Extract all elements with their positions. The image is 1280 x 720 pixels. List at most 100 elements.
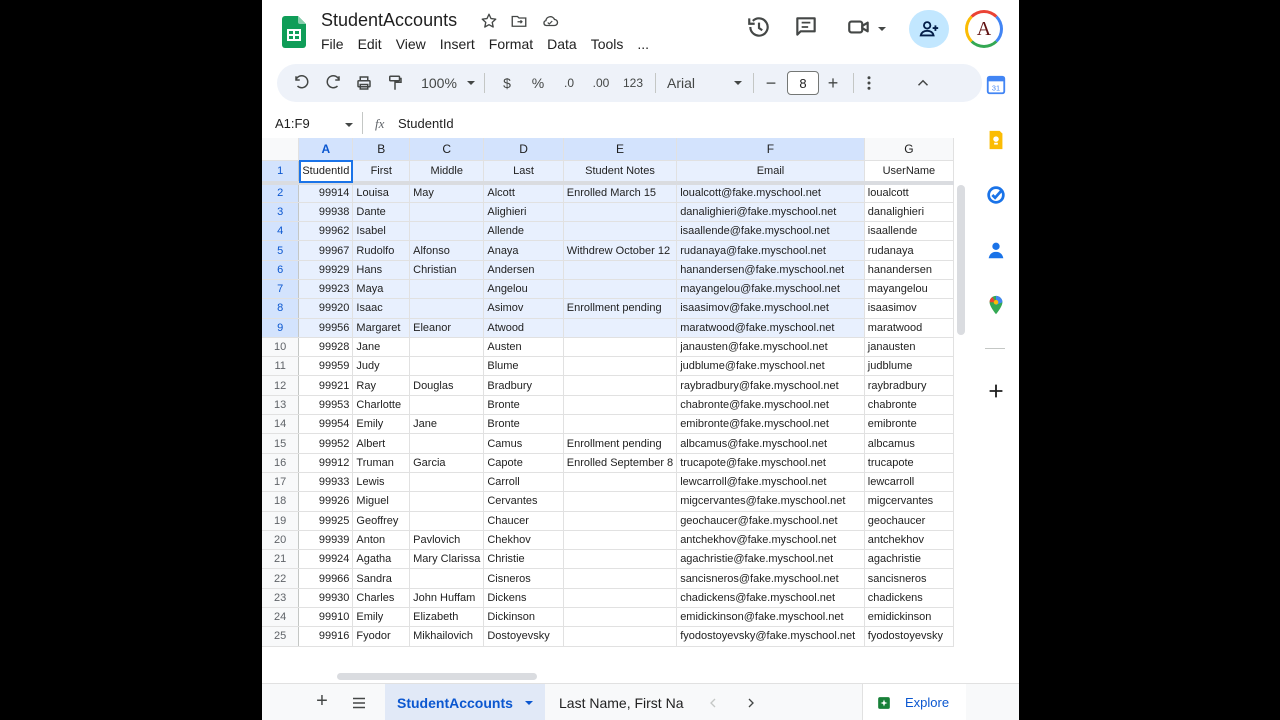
sheet-tab-last-name[interactable]: Last Name, First Na [559, 684, 694, 720]
formula-input[interactable]: StudentId [398, 116, 454, 131]
cell[interactable] [563, 202, 678, 223]
row-header[interactable]: 22 [262, 568, 300, 589]
cells-table[interactable]: A B C D E F G 1 StudentId First Middle L… [262, 138, 954, 647]
decrease-font-size-button[interactable]: − [761, 64, 781, 102]
row-header[interactable]: 19 [262, 511, 300, 531]
font-chevron-icon[interactable] [732, 78, 744, 88]
cell[interactable] [563, 588, 678, 609]
cell[interactable]: Carroll [483, 472, 564, 493]
cell[interactable]: lewcarroll [864, 472, 954, 493]
menu-tools[interactable]: Tools [591, 36, 632, 52]
menu-more[interactable]: ... [637, 36, 657, 52]
more-formats-button[interactable]: 123 [620, 64, 646, 102]
cell[interactable] [409, 337, 485, 358]
cell[interactable]: rudanaya [864, 240, 954, 261]
share-button[interactable] [909, 10, 949, 48]
scroll-sheets-left-icon[interactable] [705, 695, 721, 711]
cell[interactable]: trucapote [864, 453, 954, 473]
cell[interactable]: emidickinson@fake.myschool.net [676, 607, 865, 628]
cell[interactable]: 99967 [298, 240, 354, 261]
cloud-status-icon[interactable] [541, 12, 559, 30]
cell[interactable]: Alcott [483, 183, 564, 203]
cell[interactable] [563, 626, 678, 647]
row-header[interactable]: 2 [262, 183, 300, 203]
header-cell[interactable]: Last [483, 160, 564, 185]
calendar-icon[interactable]: 31 [985, 74, 1007, 96]
cell[interactable]: agachristie [864, 549, 954, 570]
zoom-chevron-icon[interactable] [465, 78, 477, 88]
collapse-menus-button[interactable] [913, 64, 933, 102]
cell[interactable]: albcamus@fake.myschool.net [676, 433, 865, 454]
cell[interactable]: Ray [352, 375, 411, 396]
cell[interactable]: mayangelou [864, 279, 954, 300]
name-box-chevron-icon[interactable] [343, 120, 355, 130]
cell[interactable]: Bronte [483, 395, 564, 416]
cell[interactable]: Camus [483, 433, 564, 454]
cell[interactable]: janausten@fake.myschool.net [676, 337, 865, 358]
cell[interactable]: hanandersen@fake.myschool.net [676, 260, 865, 280]
cell[interactable]: danalighieri [864, 202, 954, 223]
cell[interactable]: 99910 [298, 607, 354, 628]
cell[interactable]: mayangelou@fake.myschool.net [676, 279, 865, 300]
row-header[interactable]: 13 [262, 395, 300, 416]
cell[interactable]: albcamus [864, 433, 954, 454]
percent-button[interactable]: % [528, 64, 548, 102]
zoom-select[interactable]: 100% [417, 64, 461, 102]
cell[interactable] [563, 260, 678, 280]
cell[interactable] [563, 530, 678, 551]
row-header[interactable]: 9 [262, 318, 300, 338]
cell[interactable]: Mikhailovich [409, 626, 485, 647]
cell[interactable]: May [409, 183, 485, 203]
cell[interactable]: 99926 [298, 491, 354, 512]
cell[interactable]: Enrollment pending [563, 433, 678, 454]
cell[interactable]: antchekhov@fake.myschool.net [676, 530, 865, 551]
cell[interactable]: Austen [483, 337, 564, 358]
cell[interactable]: emibronte [864, 414, 954, 435]
row-header[interactable]: 25 [262, 626, 300, 647]
document-title[interactable]: StudentAccounts [321, 10, 457, 31]
cell[interactable]: isaasimov [864, 298, 954, 319]
column-header-d[interactable]: D [483, 138, 564, 161]
cell[interactable] [409, 491, 485, 512]
cell[interactable]: antchekhov [864, 530, 954, 551]
cell[interactable] [409, 395, 485, 416]
cell[interactable]: Hans [352, 260, 411, 280]
cell[interactable]: chadickens [864, 588, 954, 609]
currency-button[interactable]: $ [497, 64, 517, 102]
cell[interactable]: raybradbury@fake.myschool.net [676, 375, 865, 396]
cell[interactable]: 99953 [298, 395, 354, 416]
cell[interactable] [563, 337, 678, 358]
cell[interactable]: Capote [483, 453, 564, 473]
add-sheet-button[interactable]: + [312, 690, 332, 714]
cell[interactable]: 99939 [298, 530, 354, 551]
cell[interactable] [409, 568, 485, 589]
cell[interactable]: Alighieri [483, 202, 564, 223]
cell[interactable]: Chaucer [483, 511, 564, 531]
cell[interactable]: Elizabeth [409, 607, 485, 628]
cell[interactable]: lewcarroll@fake.myschool.net [676, 472, 865, 493]
print-button[interactable] [351, 64, 377, 102]
meet-video-icon[interactable] [846, 14, 872, 40]
cell[interactable]: loualcott@fake.myschool.net [676, 183, 865, 203]
cell[interactable]: Charlotte [352, 395, 411, 416]
cell[interactable]: 99912 [298, 453, 354, 473]
header-cell[interactable]: StudentId [298, 160, 354, 185]
menu-file[interactable]: File [321, 36, 352, 52]
cell[interactable]: 99924 [298, 549, 354, 570]
cell[interactable]: Withdrew October 12 [563, 240, 678, 261]
header-cell[interactable]: Student Notes [563, 160, 678, 185]
cell[interactable]: isaasimov@fake.myschool.net [676, 298, 865, 319]
font-size-input[interactable]: 8 [787, 71, 819, 95]
cell[interactable] [409, 511, 485, 531]
cell[interactable]: Maya [352, 279, 411, 300]
cell[interactable]: Angelou [483, 279, 564, 300]
row-header[interactable]: 5 [262, 240, 300, 261]
row-header[interactable]: 17 [262, 472, 300, 493]
cell[interactable]: Mary Clarissa [409, 549, 485, 570]
cell[interactable] [563, 511, 678, 531]
cell[interactable]: Dante [352, 202, 411, 223]
cell[interactable]: 99933 [298, 472, 354, 493]
all-sheets-icon[interactable] [350, 694, 368, 712]
cell[interactable]: 99921 [298, 375, 354, 396]
cell[interactable]: Cisneros [483, 568, 564, 589]
